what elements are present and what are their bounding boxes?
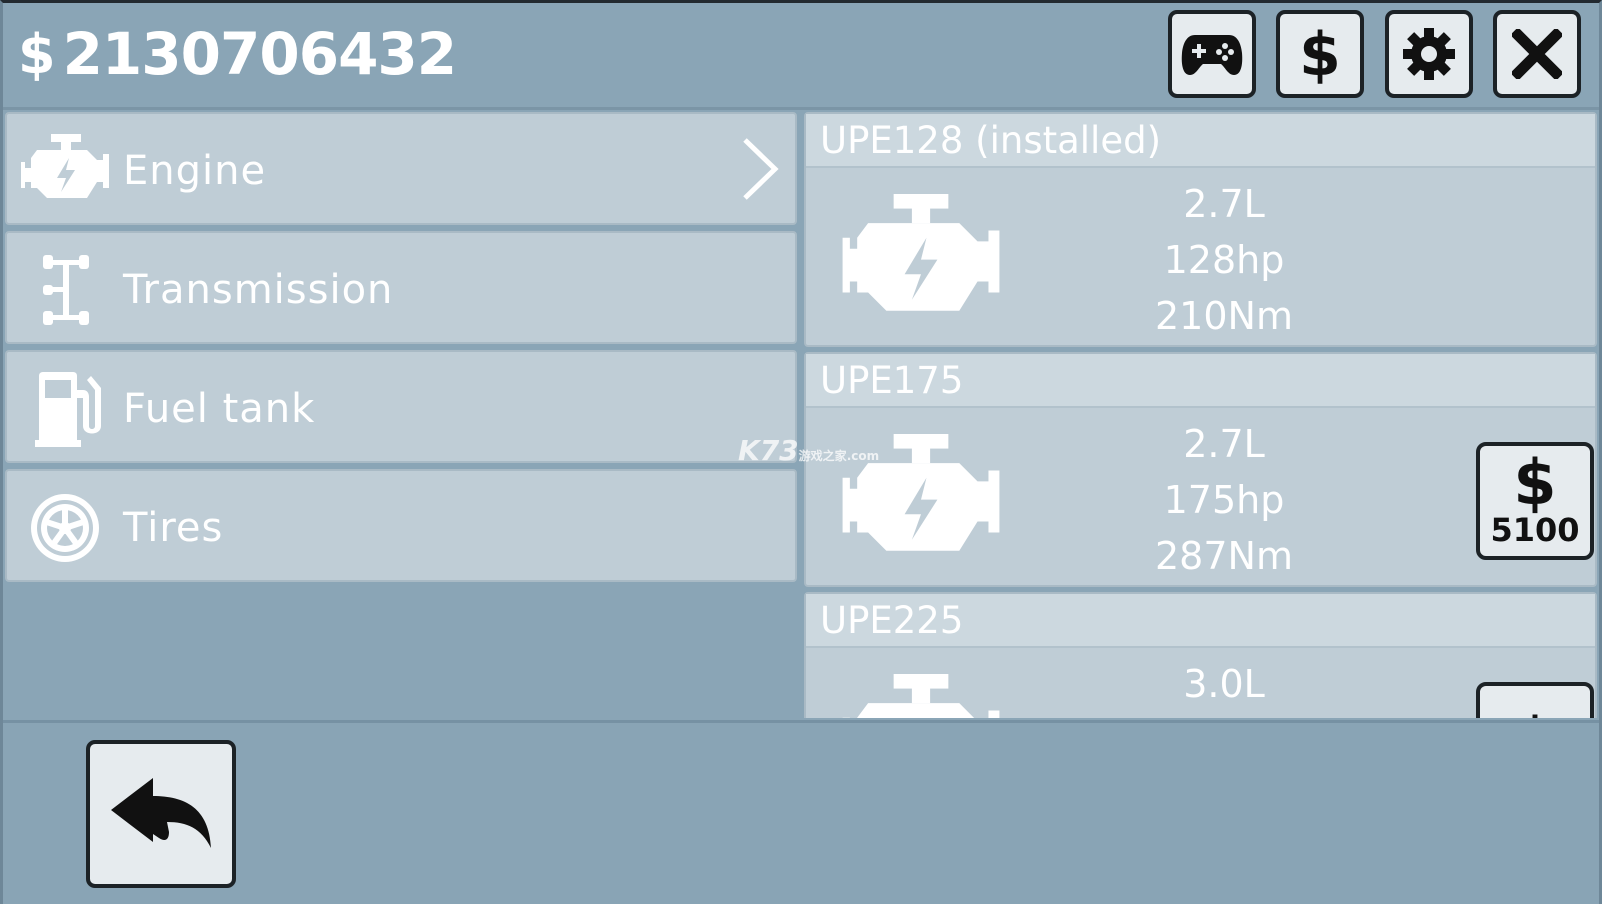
settings-button[interactable]: [1385, 10, 1473, 98]
category-label: Fuel tank: [123, 385, 316, 432]
buy-price: 5100: [1490, 511, 1580, 549]
category-label: Engine: [123, 147, 267, 194]
back-button[interactable]: [86, 740, 236, 888]
gamepad-icon: [1181, 35, 1243, 75]
watermark: K73游戏之家.com: [738, 434, 879, 467]
parts-list[interactable]: UPE128 (installed) 2.7L 128hp 210Nm UPE1…: [804, 112, 1597, 718]
gamepad-button[interactable]: [1168, 10, 1256, 98]
watermark-sub: 游戏之家: [798, 449, 847, 463]
watermark-text: K73: [738, 434, 799, 467]
engine-icon: [842, 674, 1000, 718]
money-balance: 2130706432: [62, 20, 458, 88]
dollar-icon: $: [1513, 446, 1557, 519]
buy-button[interactable]: $: [1476, 682, 1594, 718]
category-label: Transmission: [123, 266, 394, 313]
svg-text:$: $: [1300, 23, 1340, 85]
part-torque: 210Nm: [1155, 294, 1293, 338]
part-displacement: 3.0L: [1183, 662, 1265, 706]
part-specs: 2.7L 128hp 210Nm: [1104, 176, 1344, 344]
part-name: UPE175: [806, 354, 1595, 408]
engine-icon: [842, 194, 1000, 311]
header-divider: [3, 107, 1599, 110]
part-power: 128hp: [1163, 238, 1285, 282]
close-icon: [1512, 29, 1562, 79]
close-button[interactable]: [1493, 10, 1581, 98]
part-card-upe128[interactable]: UPE128 (installed) 2.7L 128hp 210Nm: [804, 112, 1597, 347]
transmission-icon: [43, 255, 89, 325]
category-fuel-tank[interactable]: Fuel tank: [5, 350, 797, 463]
gear-icon: [1403, 28, 1455, 80]
money-display: $ 2130706432: [18, 14, 458, 94]
currency-symbol: $: [18, 22, 56, 86]
part-card-upe175[interactable]: UPE175 2.7L 175hp 287Nm $ 5100: [804, 352, 1597, 587]
part-torque: 287Nm: [1155, 534, 1293, 578]
bottom-bar: [3, 720, 1599, 904]
part-power: 175hp: [1163, 478, 1285, 522]
tire-icon: [31, 494, 99, 562]
shop-button[interactable]: $: [1276, 10, 1364, 98]
part-specs: 3.0L: [1104, 656, 1344, 712]
chevron-right-icon: [743, 138, 779, 200]
back-arrow-icon: [111, 778, 211, 848]
part-name: UPE128 (installed): [806, 114, 1595, 168]
part-name: UPE225: [806, 594, 1595, 648]
fuel-pump-icon: [35, 372, 101, 447]
category-label: Tires: [123, 504, 224, 551]
buy-button[interactable]: $ 5100: [1476, 442, 1594, 560]
dollar-icon: $: [1513, 710, 1556, 719]
part-specs: 2.7L 175hp 287Nm: [1104, 416, 1344, 584]
part-displacement: 2.7L: [1183, 422, 1265, 466]
watermark-domain: .com: [846, 449, 880, 463]
dollar-icon: $: [1300, 23, 1340, 85]
engine-icon: [21, 134, 109, 198]
category-tires[interactable]: Tires: [5, 469, 797, 582]
part-card-upe225[interactable]: UPE225 3.0L $: [804, 592, 1597, 718]
part-displacement: 2.7L: [1183, 182, 1265, 226]
category-transmission[interactable]: Transmission: [5, 231, 797, 344]
category-engine[interactable]: Engine: [5, 112, 797, 225]
